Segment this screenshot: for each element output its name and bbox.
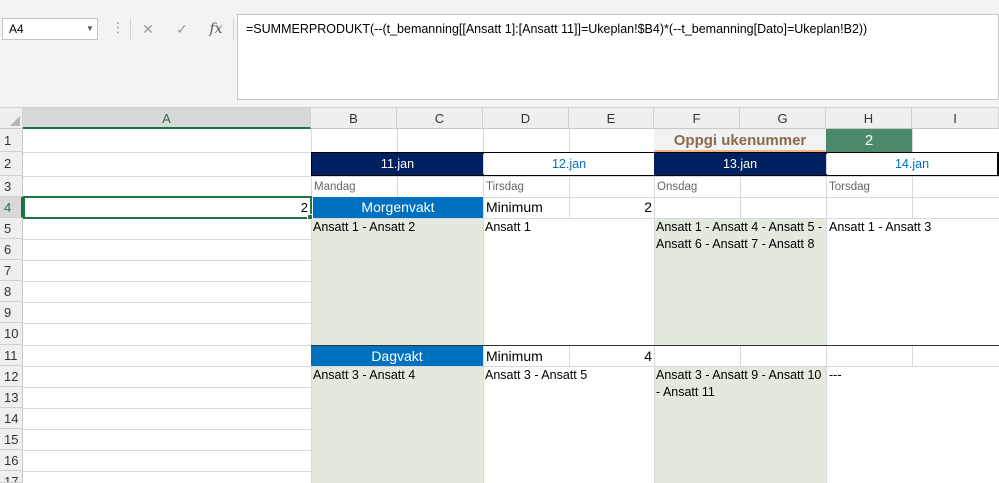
column-header-c[interactable]: C — [397, 108, 483, 129]
day-entry-tuesday[interactable]: Ansatt 3 - Ansatt 5 — [485, 367, 653, 417]
grid-line — [23, 387, 311, 388]
column-header-f[interactable]: F — [654, 108, 740, 129]
column-header-b[interactable]: B — [311, 108, 397, 129]
day-entry-thursday[interactable]: --- — [829, 367, 999, 417]
row-header-1[interactable]: 1 — [0, 129, 23, 152]
chevron-down-icon[interactable]: ▼ — [86, 24, 94, 33]
cell-a4-value[interactable]: 2 — [30, 197, 308, 218]
day-thursday: Torsdag — [829, 181, 870, 193]
morning-entry-thursday[interactable]: Ansatt 1 - Ansatt 3 — [829, 218, 999, 278]
select-all-triangle-icon — [10, 116, 20, 126]
morning-minimum-value[interactable]: 2 — [569, 197, 652, 218]
grid-line — [23, 302, 311, 303]
column-header-a[interactable]: A — [23, 108, 311, 129]
row-header-2[interactable]: 2 — [0, 152, 23, 176]
date-tuesday: 12.jan — [484, 153, 654, 175]
shift-day-label: Dagvakt — [311, 346, 483, 366]
column-header-h[interactable]: H — [826, 108, 912, 129]
row-header-5[interactable]: 5 — [0, 218, 23, 239]
column-header-d[interactable]: D — [483, 108, 569, 129]
morning-entry-monday[interactable]: Ansatt 1 - Ansatt 2 — [313, 218, 481, 278]
grid-line — [912, 345, 913, 366]
week-label: Oppgi ukenummer — [654, 129, 826, 152]
date-monday: 11.jan — [312, 153, 483, 175]
row-header-11[interactable]: 11 — [0, 345, 23, 366]
row-header-6[interactable]: 6 — [0, 239, 23, 260]
row-header-4[interactable]: 4 — [0, 197, 23, 218]
grid-line — [23, 281, 311, 282]
grid-line — [740, 345, 741, 366]
grid-line — [23, 345, 311, 346]
week-number-input[interactable]: 2 — [826, 129, 912, 152]
cancel-icon[interactable]: ✕ — [133, 18, 163, 40]
row-header-7[interactable]: 7 — [0, 260, 23, 281]
date-wednesday: 13.jan — [654, 153, 826, 175]
grid-line — [311, 129, 312, 483]
grid-line — [23, 408, 311, 409]
row-header-8[interactable]: 8 — [0, 281, 23, 302]
column-header-i[interactable]: I — [912, 108, 999, 129]
confirm-icon[interactable]: ✓ — [167, 18, 197, 40]
morning-entry-tuesday[interactable]: Ansatt 1 — [485, 218, 653, 278]
grid-line — [23, 471, 311, 472]
shift-morning-label: Morgenvakt — [313, 197, 483, 218]
grid-line — [23, 450, 311, 451]
row-header-17[interactable]: 17 — [0, 471, 23, 483]
morning-minimum-label: Minimum — [486, 199, 543, 215]
grid-line — [23, 323, 311, 324]
day-wednesday: Onsdag — [657, 181, 698, 193]
grid-line — [23, 260, 311, 261]
day-minimum-value[interactable]: 4 — [569, 346, 652, 366]
row-header-16[interactable]: 16 — [0, 450, 23, 471]
grid-line — [23, 239, 311, 240]
day-tuesday: Tirsdag — [486, 181, 524, 193]
column-header-e[interactable]: E — [569, 108, 654, 129]
day-entry-wednesday[interactable]: Ansatt 3 - Ansatt 9 - Ansatt 10 - Ansatt… — [656, 367, 826, 417]
day-minimum-label: Minimum — [486, 348, 543, 364]
formula-bar[interactable]: =SUMMERPRODUKT(--(t_bemanning[[Ansatt 1]… — [237, 14, 999, 100]
row-header-13[interactable]: 13 — [0, 387, 23, 408]
day-monday: Mandag — [314, 181, 356, 193]
formula-buttons: ✕ ✓ fx — [130, 18, 234, 40]
drag-handle-icon[interactable]: ⋮ — [110, 18, 126, 40]
name-box[interactable]: A4 — [2, 18, 98, 40]
row-header-10[interactable]: 10 — [0, 323, 23, 345]
ribbon-remnant — [0, 0, 999, 8]
column-header-g[interactable]: G — [740, 108, 826, 129]
row-header-9[interactable]: 9 — [0, 302, 23, 323]
row-header-12[interactable]: 12 — [0, 366, 23, 387]
date-thursday: 14.jan — [827, 153, 997, 175]
day-entry-monday[interactable]: Ansatt 3 - Ansatt 4 — [313, 367, 481, 417]
insert-function-icon[interactable]: fx — [201, 18, 231, 40]
row-header-15[interactable]: 15 — [0, 429, 23, 450]
grid-line — [23, 429, 311, 430]
morning-entry-wednesday[interactable]: Ansatt 1 - Ansatt 4 - Ansatt 5 - Ansatt … — [656, 218, 826, 278]
row-header-3[interactable]: 3 — [0, 176, 23, 197]
row-header-14[interactable]: 14 — [0, 408, 23, 429]
